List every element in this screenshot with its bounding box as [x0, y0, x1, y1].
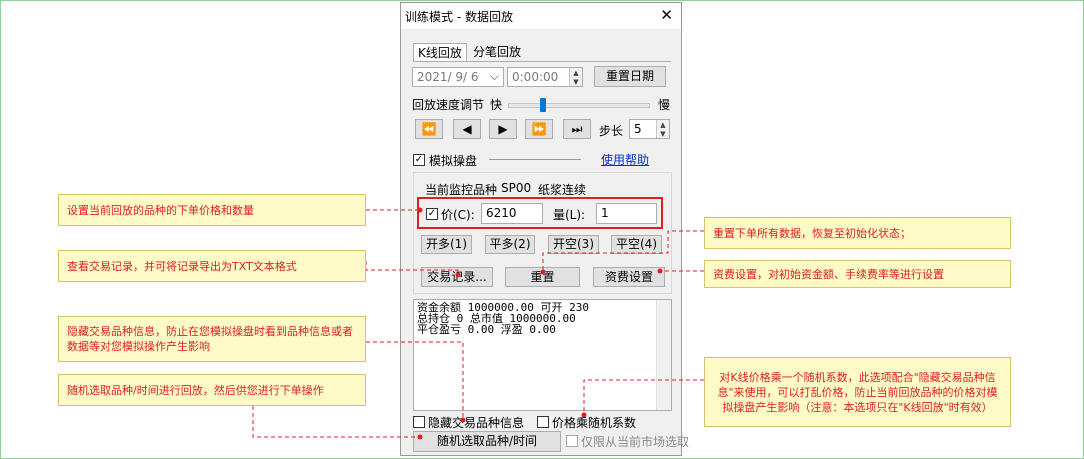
connector-dot	[417, 207, 423, 213]
connector-random-factor	[583, 379, 704, 415]
note-text: 随机选取品种/时间进行回放，然后供您进行下单操作	[67, 383, 324, 397]
connector-dot	[417, 434, 423, 440]
note-text: 资费设置，对初始资金额、手续费率等进行设置	[713, 267, 944, 281]
connector-dot	[460, 417, 466, 423]
note-random-factor: 对K线价格乘一个随机系数，此选项配合"隐藏交易品种信息"来使用，可以打乱价格，防…	[704, 357, 1011, 427]
connector-reset	[542, 230, 704, 272]
connector-dot	[581, 412, 587, 418]
note-hide-info: 隐藏交易品种信息，防止在您模拟操盘时看到品种信息或者数据等对您模拟操作产生影响	[58, 316, 366, 362]
connector-dot	[657, 268, 663, 274]
note-text: 对K线价格乘一个随机系数，此选项配合"隐藏交易品种信息"来使用，可以打乱价格，防…	[717, 370, 998, 414]
note-trade-log: 查看交易记录，并可将记录导出为TXT文本格式	[58, 250, 366, 282]
note-text: 重置下单所有数据，恢复至初始化状态；	[713, 226, 911, 240]
connector-hide-info	[366, 341, 464, 420]
note-random-pick: 随机选取品种/时间进行回放，然后供您进行下单操作	[58, 374, 366, 406]
connector-dot	[540, 269, 546, 275]
note-fee-settings: 资费设置，对初始资金额、手续费率等进行设置	[704, 260, 1011, 288]
connector-random-pick	[252, 406, 420, 438]
note-text: 设置当前回放的品种的下单价格和数量	[67, 203, 254, 217]
connector-dot	[455, 272, 461, 278]
note-text: 查看交易记录，并可将记录导出为TXT文本格式	[67, 259, 297, 273]
connector-trade-log	[365, 261, 459, 275]
note-set-price: 设置当前回放的品种的下单价格和数量	[58, 194, 366, 226]
note-text: 隐藏交易品种信息，防止在您模拟操盘时看到品种信息或者数据等对您模拟操作产生影响	[67, 325, 353, 353]
note-reset: 重置下单所有数据，恢复至初始化状态；	[704, 217, 1011, 249]
